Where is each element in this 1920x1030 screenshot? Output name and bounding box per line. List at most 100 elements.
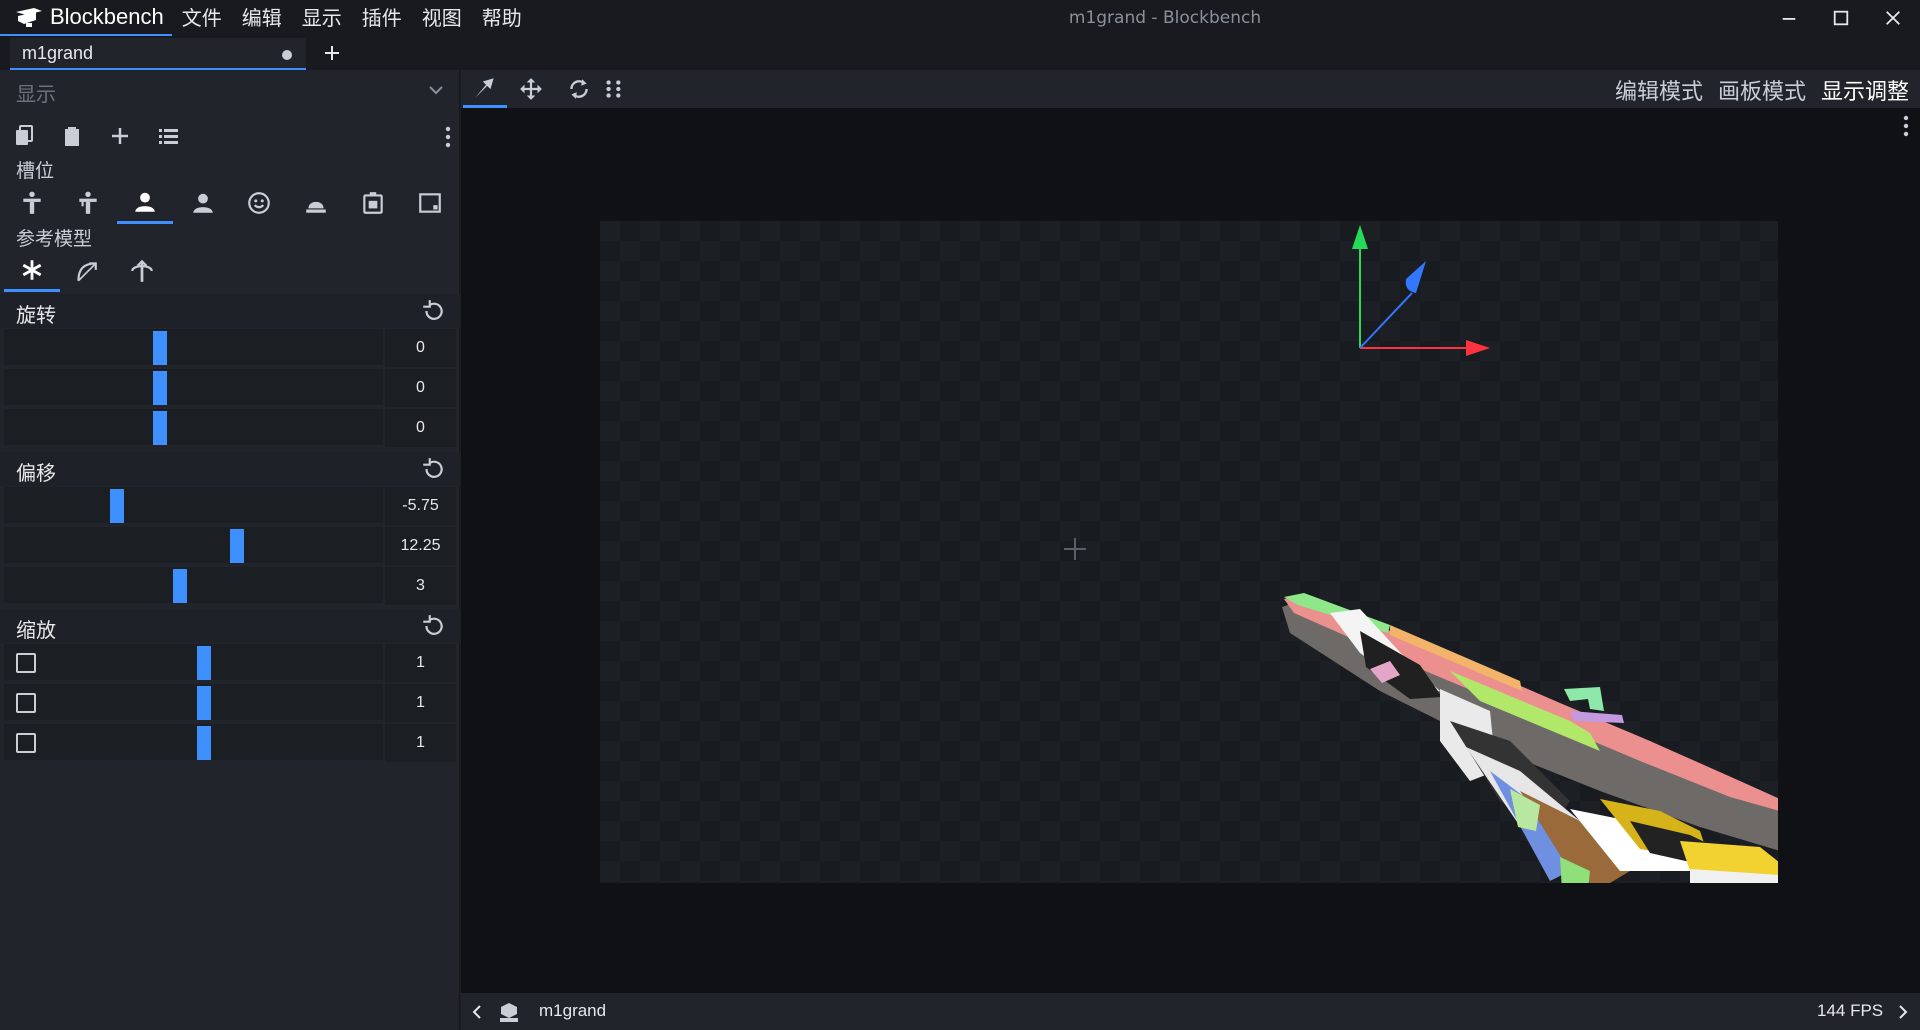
title-bar: Blockbench 文件 编辑 显示 插件 视图 帮助 m1grand - B… [0,0,1920,36]
scale-x-slider[interactable]: 1 [4,644,456,682]
slider-track[interactable] [4,409,379,447]
minimize-button[interactable] [1764,0,1814,36]
reference-none[interactable] [4,250,60,292]
rotation-z-input[interactable]: 0 [383,409,456,447]
slider-thumb[interactable] [153,411,167,445]
chevron-left-icon[interactable] [469,1003,485,1021]
slider-thumb[interactable] [153,331,167,365]
mode-paint-tab[interactable]: 画板模式 [1718,74,1806,108]
rotation-y-slider[interactable]: 0 [4,369,456,407]
scale-z-mirror-checkbox[interactable] [16,733,36,753]
translation-x-slider[interactable]: -5.75 [4,487,456,525]
scale-z-slider[interactable]: 1 [4,724,456,762]
slider-track[interactable] [4,527,379,565]
more-tools-button[interactable] [599,70,629,108]
reset-rotation-icon[interactable] [420,298,446,324]
slot-firstperson-right[interactable] [117,182,173,224]
slider-thumb[interactable] [153,371,167,405]
mode-display-tab[interactable]: 显示调整 [1821,74,1910,111]
translation-y-slider[interactable]: 12.25 [4,527,456,565]
rotation-y-input[interactable]: 0 [383,369,456,407]
menu-file[interactable]: 文件 [172,0,232,36]
viewport[interactable] [461,108,1920,993]
rotation-x-input[interactable]: 0 [383,329,456,367]
smiley-icon [248,192,270,214]
slot-thirdperson-left[interactable] [60,182,116,224]
slider-track[interactable] [4,487,379,525]
app-logo[interactable]: Blockbench [0,0,172,36]
translation-z-slider[interactable]: 3 [4,567,456,605]
menu-view[interactable]: 视图 [412,0,472,36]
mode-edit-tab[interactable]: 编辑模式 [1615,74,1703,108]
gizmo-x-axis-arrow[interactable] [1466,340,1490,356]
slider-thumb[interactable] [173,569,187,603]
reset-translation-icon[interactable] [420,456,446,482]
gizmo-z-axis-arrow[interactable] [1405,261,1426,293]
scale-z-input[interactable]: 1 [383,724,456,762]
preset-list-button[interactable] [144,116,192,156]
menu-help[interactable]: 帮助 [472,0,532,36]
menu-edit[interactable]: 编辑 [232,0,292,36]
translation-z-input[interactable]: 3 [383,567,456,605]
scale-y-mirror-checkbox[interactable] [16,693,36,713]
slot-gui[interactable] [402,182,458,224]
more-vert-icon [606,80,621,98]
scale-y-slider[interactable]: 1 [4,684,456,722]
minimize-icon [1782,18,1796,20]
rotate-tool-button[interactable] [557,70,601,108]
scale-y-input[interactable]: 1 [383,684,456,722]
add-preset-button[interactable] [96,116,144,156]
slider-track[interactable] [4,567,379,605]
translation-y-input[interactable]: 12.25 [383,527,456,565]
unsaved-dot-icon[interactable] [282,50,292,60]
new-tab-button[interactable] [318,38,346,68]
scale-x-input[interactable]: 1 [383,644,456,682]
reset-scale-icon[interactable] [420,613,446,639]
reference-crossbow[interactable] [114,250,170,292]
rotation-x-slider[interactable]: 0 [4,329,456,367]
slider-thumb[interactable] [197,726,211,760]
maximize-button[interactable] [1816,0,1866,36]
slider-thumb[interactable] [230,529,244,563]
scale-x-mirror-checkbox[interactable] [16,653,36,673]
slider-track[interactable] [48,724,379,762]
slider-track[interactable] [48,684,379,722]
display-panel: 显示 槽位 参考模型 旋转 0 0 0 偏移 -5.75 12.25 3 缩放 … [0,70,460,1030]
copy-button[interactable] [0,116,48,156]
menu-plugins[interactable]: 插件 [352,0,412,36]
rotation-z-slider[interactable]: 0 [4,409,456,447]
gizmo-y-axis-arrow[interactable] [1352,225,1368,249]
paste-button[interactable] [48,116,96,156]
slot-thirdperson-right[interactable] [4,182,60,224]
slider-thumb[interactable] [110,489,124,523]
tab-bar: m1grand [0,36,1920,70]
viewport-menu-icon[interactable] [1898,114,1914,138]
move-tool-button[interactable] [509,70,553,108]
slot-fixed[interactable] [345,182,401,224]
rotation-header: 旋转 [0,294,460,328]
model-preview[interactable] [1270,571,1778,883]
translation-x-input[interactable]: -5.75 [383,487,456,525]
maximize-icon [1833,10,1849,26]
slot-head[interactable] [231,182,287,224]
rotate-icon [570,79,588,99]
pivot-tool-button[interactable] [463,70,507,108]
close-button[interactable] [1868,0,1918,36]
bow-icon [77,262,97,282]
transform-gizmo[interactable] [1330,221,1500,371]
slider-thumb[interactable] [197,646,211,680]
slider-track[interactable] [48,644,379,682]
slider-thumb[interactable] [197,686,211,720]
slider-track[interactable] [4,369,379,407]
panel-select[interactable]: 显示 [0,70,460,114]
chevron-right-icon[interactable] [1895,1003,1911,1021]
person-arm-left-icon [79,191,97,214]
slot-firstperson-left[interactable] [175,182,231,224]
menu-display[interactable]: 显示 [292,0,352,36]
reference-bow[interactable] [58,250,114,292]
tab-m1grand[interactable]: m1grand [10,38,306,70]
slider-track[interactable] [4,329,379,367]
display-preview-area[interactable] [600,221,1778,883]
slot-ground[interactable] [288,182,344,224]
more-vert-icon[interactable] [444,126,452,148]
